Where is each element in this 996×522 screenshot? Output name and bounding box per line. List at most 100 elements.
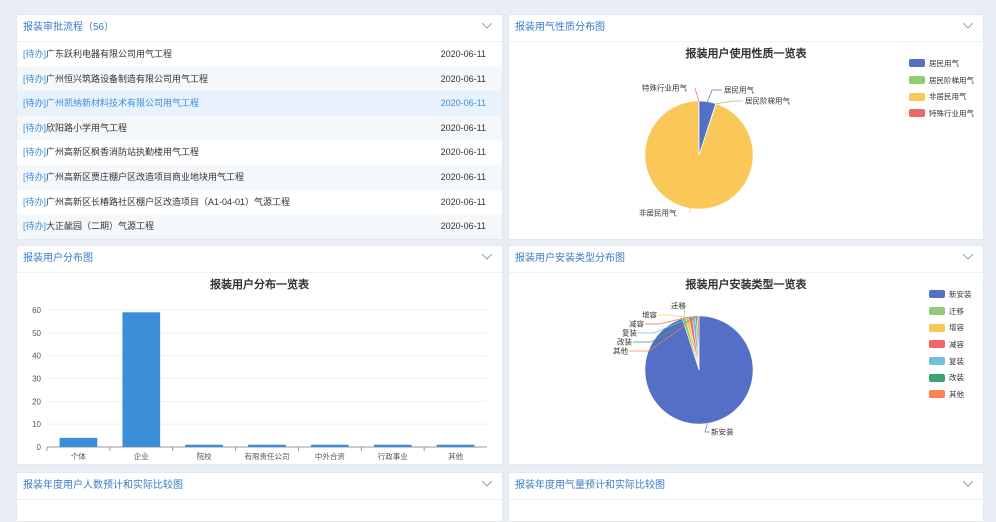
install-type-legend-label: 其他: [949, 389, 964, 399]
gas-nature-panel-title: 报装用气性质分布图: [515, 22, 605, 33]
gas-nature-legend-label: 居民阶梯用气: [929, 75, 974, 85]
approval-item-tag: [待办]: [23, 196, 47, 207]
approval-list-item[interactable]: [待办]广州高新区贾庄棚户区改造项目商业地块用气工程 2020-06-11: [17, 164, 502, 190]
chevron-down-icon[interactable]: [963, 254, 973, 260]
bar[interactable]: [185, 444, 223, 447]
install-type-legend-item[interactable]: 新安装: [929, 286, 972, 303]
gas-nature-legend-item[interactable]: 居民用气: [909, 55, 974, 72]
chevron-down-icon[interactable]: [482, 254, 492, 260]
gas-nature-slice-label: 非居民用气: [639, 208, 677, 218]
approval-item-name[interactable]: [待办]广州高新区长椿路社区棚户区改造项目（A1-04-01）气源工程: [23, 197, 290, 207]
install-type-legend-item[interactable]: 改装: [929, 369, 972, 386]
install-type-legend-label: 迁移: [949, 306, 964, 316]
approval-item-text: 广州高新区枫香消防站执勤楼用气工程: [46, 147, 200, 158]
approval-list-item[interactable]: [待办]欣阳路小学用气工程 2020-06-11: [17, 115, 502, 141]
approval-item-text: 广州恒兴筑路设备制造有限公司用气工程: [46, 73, 209, 84]
chevron-down-icon[interactable]: [482, 23, 492, 29]
x-tick-label: 其他: [448, 451, 463, 461]
approval-list-item[interactable]: [待办]广州恒兴筑路设备制造有限公司用气工程 2020-06-11: [17, 66, 502, 92]
gas-nature-label-line: [694, 87, 699, 102]
gas-nature-label-line: [688, 208, 691, 214]
chevron-down-icon[interactable]: [482, 481, 492, 487]
gas-nature-legend-item[interactable]: 居民阶梯用气: [909, 72, 974, 89]
approval-list-item[interactable]: [待办]广州凯纳新材料技术有限公司用气工程 2020-06-11: [17, 91, 502, 116]
y-tick-label: 20: [32, 397, 41, 406]
approval-item-tag: [待办]: [23, 49, 47, 59]
user-dist-panel-header: 报装用户分布图: [17, 246, 502, 273]
approval-list-item[interactable]: [待办]广东跃利电器有限公司用气工程 2020-06-11: [17, 42, 502, 67]
bar[interactable]: [122, 312, 161, 447]
approval-item-tag: [待办]: [23, 122, 47, 133]
install-type-legend-item[interactable]: 迁移: [929, 303, 972, 320]
install-type-label-line: [704, 423, 710, 433]
approval-item-name[interactable]: [待办]广州凯纳新材料技术有限公司用气工程: [23, 98, 199, 108]
x-tick-label: 有限责任公司: [245, 451, 290, 461]
install-type-legend-label: 减容: [949, 339, 964, 349]
approval-list-item[interactable]: [待办]广州高新区枫香消防站执勤楼用气工程 2020-06-11: [17, 140, 502, 165]
approval-item-name[interactable]: [待办]广东跃利电器有限公司用气工程: [23, 49, 172, 59]
bar[interactable]: [373, 444, 412, 447]
user-dist-panel-title: 报装用户分布图: [23, 253, 93, 264]
approval-panel-header: 报装审批流程（56）: [17, 15, 502, 42]
gas-nature-panel: 报装用气性质分布图 报装用户使用性质一览表 居民用气 居民阶梯用气 非居民用气 特殊行…: [508, 14, 984, 240]
approval-item-text: 广州高新区长椿路社区棚户区改造项目（A1-04-01）气源工程: [46, 196, 291, 207]
gas-nature-legend-label: 特殊行业用气: [929, 108, 974, 118]
approval-item-text: 广东跃利电器有限公司用气工程: [46, 49, 173, 59]
install-type-slice-label: 减容: [629, 319, 644, 329]
chevron-down-icon[interactable]: [963, 481, 973, 487]
approval-item-date: 2020-06-11: [440, 221, 486, 232]
install-type-legend-item[interactable]: 复装: [929, 353, 972, 370]
y-tick-label: 40: [32, 352, 41, 361]
install-type-legend-swatch: [929, 373, 945, 382]
y-tick-label: 60: [32, 306, 41, 315]
install-type-label-line: [658, 314, 688, 318]
install-type-slice-label: 新安装: [711, 427, 734, 437]
approval-item-date: 2020-06-11: [440, 122, 486, 133]
gas-nature-label-line: [715, 100, 743, 105]
gas-nature-slice-label: 特殊行业用气: [642, 83, 687, 93]
gas-nature-legend-swatch: [909, 92, 925, 101]
install-type-panel-header: 报装用户安装类型分布图: [509, 246, 983, 273]
install-type-legend-item[interactable]: 其他: [929, 386, 972, 403]
bar[interactable]: [59, 437, 98, 447]
approval-item-name[interactable]: [待办]欣阳路小学用气工程: [23, 123, 127, 133]
gas-nature-legend: 居民用气居民阶梯用气非居民用气特殊行业用气: [909, 55, 974, 122]
user-dist-bar-chart: 0 10 20 30 40 50 60 个体 企业 院校 有限责任公司 中外合资 行政事业 其他: [32, 306, 487, 461]
approval-list-item[interactable]: [待办]大正龇园（二期）气源工程 2020-06-11: [17, 214, 502, 239]
gas-nature-panel-header: 报装用气性质分布图: [509, 15, 983, 42]
approval-item-name[interactable]: [待办]广州高新区贾庄棚户区改造项目商业地块用气工程: [23, 172, 244, 182]
approval-item-date: 2020-06-11: [440, 73, 486, 84]
gas-nature-legend-label: 居民用气: [929, 58, 959, 68]
approval-item-name[interactable]: [待办]大正龇园（二期）气源工程: [23, 221, 154, 231]
annual-gas-panel: 报装年度用气量预计和实际比较图: [508, 472, 984, 522]
y-tick-label: 0: [37, 443, 42, 452]
approval-item-tag: [待办]: [23, 73, 47, 84]
y-tick-label: 50: [32, 329, 41, 338]
gas-nature-legend-item[interactable]: 特殊行业用气: [909, 105, 974, 122]
install-type-legend-item[interactable]: 增容: [929, 319, 972, 336]
install-type-legend-item[interactable]: 减容: [929, 336, 972, 353]
install-type-legend: 新安装迁移增容减容复装 改装其他: [929, 286, 972, 403]
approval-item-date: 2020-06-11: [440, 171, 486, 182]
approval-item-name[interactable]: [待办]广州高新区枫香消防站执勤楼用气工程: [23, 147, 199, 157]
approval-item-name[interactable]: [待办]广州恒兴筑路设备制造有限公司用气工程: [23, 74, 208, 84]
chevron-down-icon[interactable]: [963, 23, 973, 29]
approval-item-text: 大正龇园（二期）气源工程: [46, 221, 155, 232]
gas-nature-legend-item[interactable]: 非居民用气: [909, 88, 974, 105]
gas-nature-legend-swatch: [909, 59, 925, 68]
approval-panel-title: 报装审批流程（56）: [23, 22, 115, 33]
bar[interactable]: [436, 444, 475, 447]
approval-item-tag: [待办]: [23, 147, 47, 158]
install-type-slice-label: 改装: [617, 337, 632, 347]
bar[interactable]: [248, 444, 286, 447]
bar[interactable]: [311, 444, 349, 447]
install-type-pie-chart: 新安装 迁移增容减容复装改装其他: [613, 301, 754, 437]
install-type-panel-title: 报装用户安装类型分布图: [515, 253, 625, 264]
x-tick-label: 院校: [197, 451, 212, 461]
approval-item-text: 广州凯纳新材料技术有限公司用气工程: [46, 98, 200, 109]
approval-list-item[interactable]: [待办]广州高新区长椿路社区棚户区改造项目（A1-04-01）气源工程 2020-…: [17, 190, 502, 215]
annual-users-panel-header: 报装年度用户人数预计和实际比较图: [17, 473, 502, 500]
annual-gas-panel-title: 报装年度用气量预计和实际比较图: [515, 480, 665, 491]
install-type-legend-swatch: [929, 290, 945, 299]
install-type-legend-label: 新安装: [949, 289, 972, 299]
